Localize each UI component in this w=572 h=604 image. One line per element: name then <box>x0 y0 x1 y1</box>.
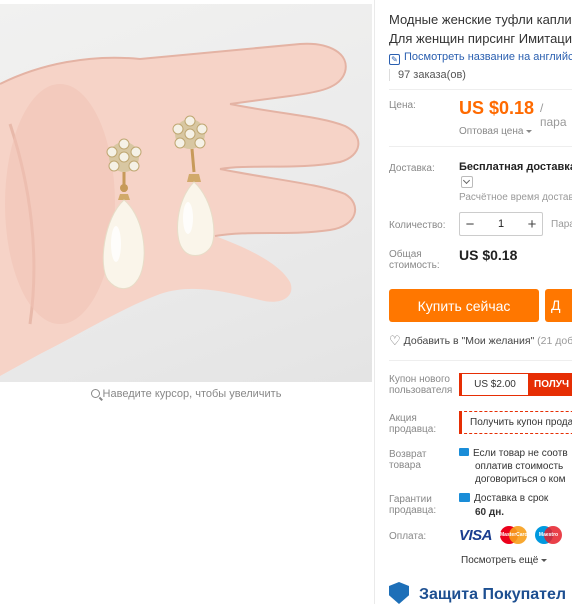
add-to-cart-button[interactable]: Д <box>545 289 572 322</box>
orders-count: 97 заказа(ов) <box>389 69 466 81</box>
price-label: Цена: <box>389 100 416 111</box>
shipping-time: Расчётное время доставки <box>459 192 572 203</box>
caret-down-icon <box>526 130 533 136</box>
total-label-line2: стоимость: <box>389 260 440 271</box>
translate-icon: ✎ <box>389 54 400 65</box>
see-more-payments-link[interactable]: Посмотреть ещё <box>461 555 548 566</box>
guarantee-label-line2: продавца: <box>389 505 437 516</box>
buyer-protection-title: Защита Покупател <box>419 586 567 603</box>
seller-promo-label: Акция продавца: <box>389 413 459 435</box>
add-to-wishlist-link[interactable]: ♡Добавить в "Мои желания" (21 доба <box>389 333 572 349</box>
return-policy-icon <box>459 448 469 456</box>
magnifier-icon <box>90 389 100 398</box>
heart-icon: ♡ <box>389 333 401 348</box>
quantity-decrease-button[interactable]: − <box>460 213 480 235</box>
coupon-label-line1: Купон нового <box>389 374 450 385</box>
promo-label-line1: Акция <box>389 413 417 424</box>
coupon-value: US $2.00 <box>474 379 516 390</box>
guarantee-line2: 60 дн. <box>475 507 505 518</box>
wholesale-label: Оптовая цена <box>459 126 524 137</box>
product-title-line1: Модные женские туфли капли <box>389 12 572 27</box>
translate-link-text: Посмотреть название на английс <box>404 51 572 63</box>
returns-label: Возврат товара <box>389 449 459 471</box>
mastercard-icon: MasterCard <box>500 526 528 544</box>
total-label-line1: Общая <box>389 249 422 260</box>
translate-title-link[interactable]: ✎ Посмотреть название на английс <box>389 51 572 65</box>
new-user-coupon: US $2.00 ПОЛУЧ <box>459 373 572 396</box>
visa-icon: VISA <box>459 526 493 544</box>
quantity-input[interactable]: 1 <box>480 218 522 230</box>
mastercard-text: MasterCard <box>500 532 528 538</box>
returns-line3: договориться о ком <box>475 474 566 485</box>
payment-label: Оплата: <box>389 531 427 542</box>
total-value: US $0.18 <box>459 247 518 263</box>
shipping-value: Бесплатная доставка в <box>459 161 572 173</box>
returns-label-line2: товара <box>389 460 421 471</box>
maestro-text: Maestro <box>538 532 559 538</box>
price-value: US $0.18 <box>459 98 535 118</box>
product-info-panel: Модные женские туфли капли Для женщин пи… <box>374 0 572 604</box>
quantity-increase-button[interactable]: + <box>522 213 542 235</box>
payment-methods: VISA MasterCard Maestro <box>459 526 563 544</box>
quantity-unit: Пара <box>551 219 572 230</box>
divider <box>389 360 572 361</box>
seller-coupon-button[interactable]: Получить купон продавца <box>459 411 572 434</box>
returns-label-line1: Возврат <box>389 449 427 460</box>
earrings-photo-icon <box>0 42 360 376</box>
see-more-label: Посмотреть ещё <box>461 555 539 566</box>
maestro-icon: Maestro <box>535 526 563 544</box>
product-title-line2: Для женщин пирсинг Имитаци <box>389 31 572 46</box>
coupon-label: Купон нового пользователя <box>389 374 459 396</box>
divider <box>389 146 572 147</box>
buy-now-button[interactable]: Купить сейчас <box>389 289 539 322</box>
guarantee-label: Гарантии продавца: <box>389 494 459 516</box>
divider <box>389 89 572 90</box>
quantity-stepper: − 1 + <box>459 212 543 236</box>
guarantee-label-line1: Гарантии <box>389 494 432 505</box>
returns-info: Если товар не соотв оплатив стоимость до… <box>459 447 568 486</box>
returns-line2: оплатив стоимость <box>475 461 564 472</box>
total-label: Общая стоимость: <box>389 249 459 271</box>
buyer-protection: Защита Покупател <box>389 582 566 604</box>
wishlist-label: Добавить в "Мои желания" <box>403 335 535 347</box>
shipping-dropdown-icon[interactable] <box>461 176 473 188</box>
guarantee-line1: Доставка в срок <box>474 493 549 504</box>
price-unit: / пара <box>540 101 567 129</box>
product-photo[interactable] <box>0 4 372 382</box>
caret-down-icon <box>541 559 548 565</box>
get-coupon-button[interactable]: ПОЛУЧ <box>528 374 572 395</box>
zoom-hint: Наведите курсор, чтобы увеличить <box>0 388 372 400</box>
returns-line1: Если товар не соотв <box>473 448 568 459</box>
zoom-hint-text: Наведите курсор, чтобы увеличить <box>102 388 282 400</box>
guarantee-info: Доставка в срок 60 дн. <box>459 492 548 520</box>
product-image-panel: Наведите курсор, чтобы увеличить <box>0 0 374 604</box>
shield-icon <box>389 582 409 604</box>
quantity-label: Количество: <box>389 220 446 231</box>
promo-label-line2: продавца: <box>389 424 437 435</box>
coupon-label-line2: пользователя <box>389 385 453 396</box>
wholesale-price-toggle[interactable]: Оптовая цена <box>459 126 533 137</box>
wishlist-count: (21 доба <box>537 335 572 347</box>
shipping-label: Доставка: <box>389 163 435 174</box>
product-title: Модные женские туфли капли Для женщин пи… <box>389 10 572 48</box>
delivery-truck-icon <box>459 493 470 502</box>
